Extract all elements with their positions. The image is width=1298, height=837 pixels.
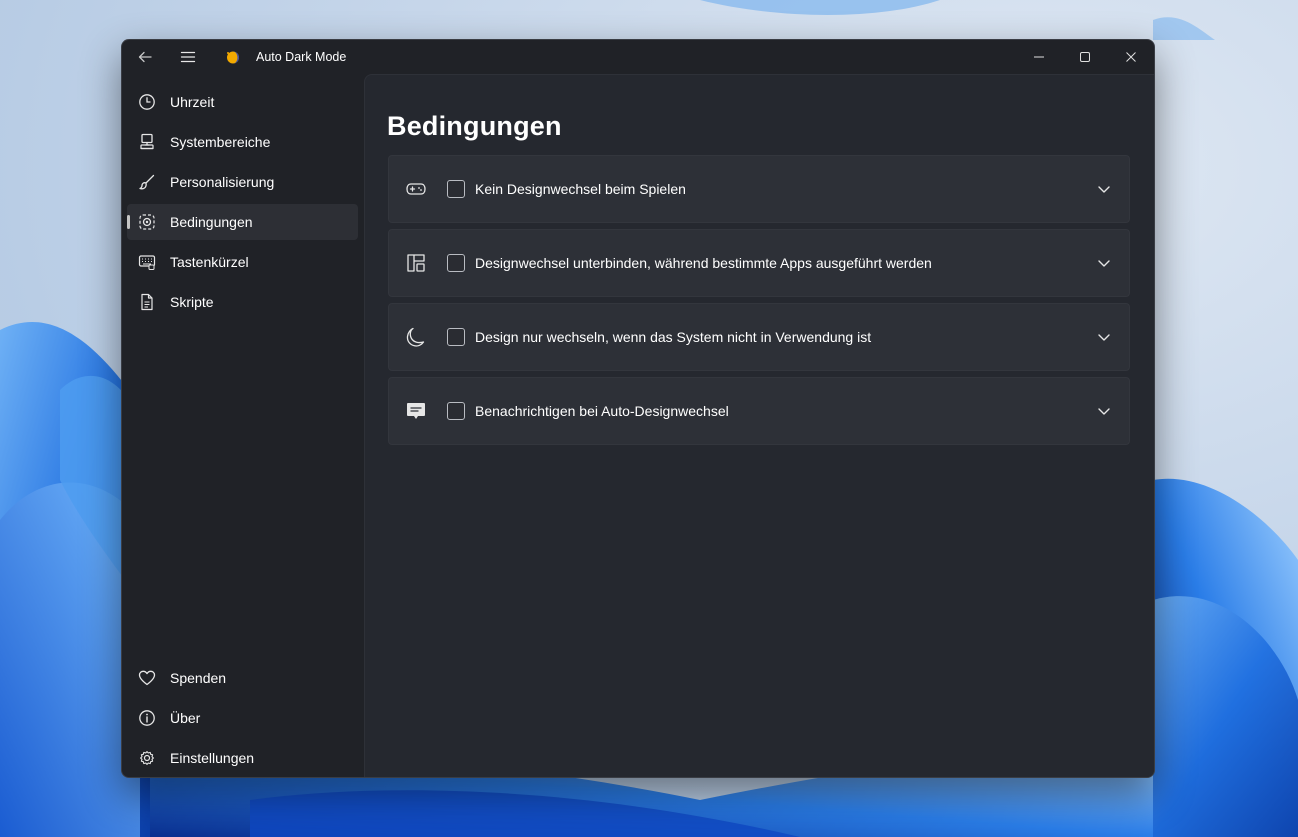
back-arrow-icon xyxy=(138,51,152,63)
apps-checkbox[interactable] xyxy=(447,254,465,272)
navigation-sidebar: Uhrzeit Systembereiche Personalisierung xyxy=(122,74,364,777)
sidebar-item-spenden[interactable]: Spenden xyxy=(127,660,358,696)
card-label: Kein Designwechsel beim Spielen xyxy=(475,181,686,197)
maximize-button[interactable] xyxy=(1062,40,1108,74)
condition-card-notification[interactable]: Benachrichtigen bei Auto-Designwechsel xyxy=(388,377,1130,445)
chevron-down-icon[interactable] xyxy=(1095,402,1113,420)
info-icon xyxy=(139,710,155,726)
sidebar-item-einstellungen[interactable]: Einstellungen xyxy=(127,740,358,776)
moon-icon xyxy=(406,327,425,347)
sidebar-item-label: Systembereiche xyxy=(170,134,271,150)
chevron-down-icon[interactable] xyxy=(1095,328,1113,346)
sidebar-item-label: Über xyxy=(170,710,201,726)
app-title: Auto Dark Mode xyxy=(256,50,347,64)
document-icon xyxy=(141,293,153,311)
sidebar-item-label: Skripte xyxy=(170,294,214,310)
sidebar-item-label: Einstellungen xyxy=(170,750,255,766)
main-content: Bedingungen Kein Designwechsel beim Spie… xyxy=(364,74,1154,777)
desktop-icon xyxy=(140,133,154,150)
sidebar-item-uhrzeit[interactable]: Uhrzeit xyxy=(127,84,358,120)
menu-button[interactable] xyxy=(173,40,203,74)
card-label: Benachrichtigen bei Auto-Designwechsel xyxy=(475,403,729,419)
sidebar-item-label: Bedingungen xyxy=(170,214,253,230)
heart-icon xyxy=(138,670,156,686)
sidebar-item-skripte[interactable]: Skripte xyxy=(127,284,358,320)
sidebar-item-bedingungen[interactable]: Bedingungen xyxy=(127,204,358,240)
close-button[interactable] xyxy=(1108,40,1154,74)
gamepad-icon xyxy=(406,183,426,195)
minimize-icon xyxy=(1034,56,1044,58)
sidebar-item-personalisierung[interactable]: Personalisierung xyxy=(127,164,358,200)
apps-icon xyxy=(407,254,425,272)
back-button[interactable] xyxy=(130,40,160,74)
sidebar-item-label: Personalisierung xyxy=(170,174,275,190)
page-title: Bedingungen xyxy=(387,111,562,141)
idle-checkbox[interactable] xyxy=(447,328,465,346)
clock-icon xyxy=(139,94,155,110)
chevron-down-icon[interactable] xyxy=(1095,254,1113,272)
close-icon xyxy=(1126,52,1136,62)
sidebar-item-label: Uhrzeit xyxy=(170,94,215,110)
condition-card-apps[interactable]: Designwechsel unterbinden, während besti… xyxy=(388,229,1130,297)
sidebar-item-ueber[interactable]: Über xyxy=(127,700,358,736)
chevron-down-icon[interactable] xyxy=(1095,180,1113,198)
maximize-icon xyxy=(1080,52,1090,62)
app-window: Auto Dark Mode Uhrzeit Systembereiche Pe… xyxy=(121,39,1155,778)
card-label: Design nur wechseln, wenn das System nic… xyxy=(475,329,872,345)
selection-indicator xyxy=(127,215,130,229)
title-bar: Auto Dark Mode xyxy=(122,40,1154,74)
sidebar-item-label: Spenden xyxy=(170,670,227,686)
hamburger-icon xyxy=(180,51,196,63)
gaming-checkbox[interactable] xyxy=(447,180,465,198)
condition-card-idle[interactable]: Design nur wechseln, wenn das System nic… xyxy=(388,303,1130,371)
gear-icon xyxy=(140,751,154,765)
message-icon xyxy=(407,403,425,419)
notification-checkbox[interactable] xyxy=(447,402,465,420)
sidebar-item-systembereiche[interactable]: Systembereiche xyxy=(127,124,358,160)
minimize-button[interactable] xyxy=(1016,40,1062,74)
condition-card-gaming[interactable]: Kein Designwechsel beim Spielen xyxy=(388,155,1130,223)
condition-icon xyxy=(139,214,155,230)
brush-icon xyxy=(139,174,155,190)
sidebar-item-tastenkuerzel[interactable]: Tastenkürzel xyxy=(127,244,358,280)
sidebar-item-label: Tastenkürzel xyxy=(170,254,249,270)
card-label: Designwechsel unterbinden, während besti… xyxy=(475,255,932,271)
app-logo-icon xyxy=(227,51,239,64)
keyboard-icon xyxy=(138,255,156,270)
